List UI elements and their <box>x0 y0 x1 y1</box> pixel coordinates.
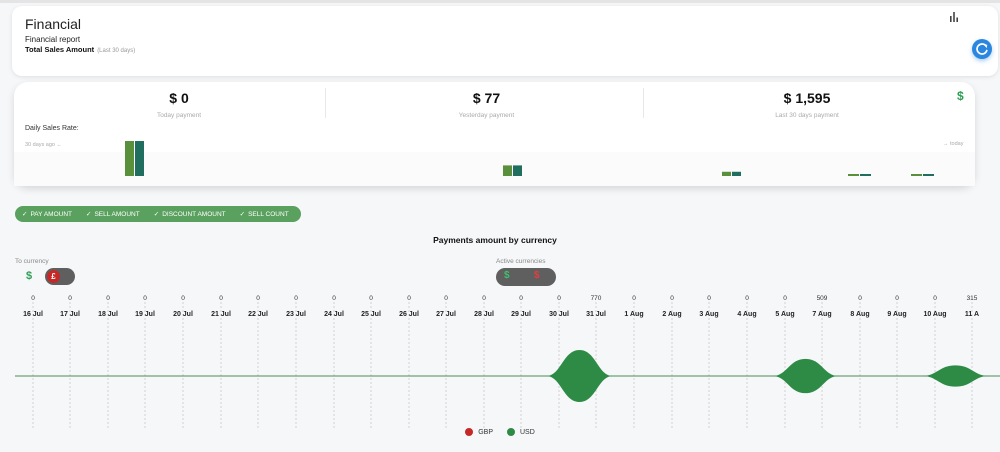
date-label: 27 Jul <box>436 311 456 318</box>
date-label: 11 A <box>965 311 979 318</box>
value-label: 0 <box>256 295 260 302</box>
date-label: 17 Jul <box>60 311 80 318</box>
legend-item-gbp[interactable]: GBP <box>465 428 493 436</box>
value-label: 0 <box>783 295 787 302</box>
date-label: 7 Aug <box>812 311 831 318</box>
value-label: 0 <box>332 295 336 302</box>
usd-series-shape[interactable] <box>922 365 989 387</box>
value-label: 0 <box>557 295 561 302</box>
usd-series-shape[interactable] <box>772 358 839 394</box>
value-label: 0 <box>219 295 223 302</box>
date-label: 8 Aug <box>850 311 869 318</box>
legend-label-gbp: GBP <box>478 428 493 436</box>
legend-dot-usd <box>507 428 515 436</box>
value-label: 509 <box>817 295 828 302</box>
value-label: 0 <box>482 295 486 302</box>
date-label: 23 Jul <box>286 311 306 318</box>
date-label: 31 Jul <box>586 311 606 318</box>
value-label: 0 <box>369 295 373 302</box>
legend-label-usd: USD <box>520 428 535 436</box>
date-label: 25 Jul <box>361 311 381 318</box>
value-label: 0 <box>933 295 937 302</box>
chart-legend: GBP USD <box>0 426 1000 438</box>
value-label: 0 <box>181 295 185 302</box>
date-label: 18 Jul <box>98 311 118 318</box>
date-label: 3 Aug <box>699 311 718 318</box>
date-label: 10 Aug <box>923 311 946 318</box>
value-label: 0 <box>632 295 636 302</box>
date-label: 29 Jul <box>511 311 531 318</box>
date-label: 1 Aug <box>624 311 643 318</box>
date-label: 19 Jul <box>135 311 155 318</box>
value-label: 0 <box>858 295 862 302</box>
date-label: 21 Jul <box>211 311 231 318</box>
date-label: 22 Jul <box>248 311 268 318</box>
value-label: 315 <box>967 295 978 302</box>
date-label: 28 Jul <box>474 311 494 318</box>
value-label: 0 <box>519 295 523 302</box>
date-label: 30 Jul <box>549 311 569 318</box>
value-label: 0 <box>106 295 110 302</box>
date-label: 9 Aug <box>887 311 906 318</box>
date-label: 16 Jul <box>23 311 43 318</box>
value-label: 0 <box>670 295 674 302</box>
value-label: 0 <box>745 295 749 302</box>
value-label: 0 <box>707 295 711 302</box>
value-label: 0 <box>143 295 147 302</box>
date-label: 26 Jul <box>399 311 419 318</box>
value-label: 0 <box>895 295 899 302</box>
date-label: 5 Aug <box>775 311 794 318</box>
legend-dot-gbp <box>465 428 474 436</box>
value-label: 0 <box>407 295 411 302</box>
value-label: 0 <box>294 295 298 302</box>
value-label: 0 <box>31 295 35 302</box>
legend-item-usd[interactable]: USD <box>507 428 535 436</box>
value-label: 0 <box>68 295 72 302</box>
payments-by-currency-chart: 0 16 Jul 0 17 Jul 0 18 Jul 0 19 Jul 0 20 Jul 0 21 J… <box>15 295 1000 430</box>
date-label: 2 Aug <box>662 311 681 318</box>
date-label: 24 Jul <box>324 311 344 318</box>
value-label: 770 <box>591 295 602 302</box>
date-label: 20 Jul <box>173 311 193 318</box>
date-label: 4 Aug <box>737 311 756 318</box>
usd-series-shape[interactable] <box>546 350 613 402</box>
value-label: 0 <box>444 295 448 302</box>
